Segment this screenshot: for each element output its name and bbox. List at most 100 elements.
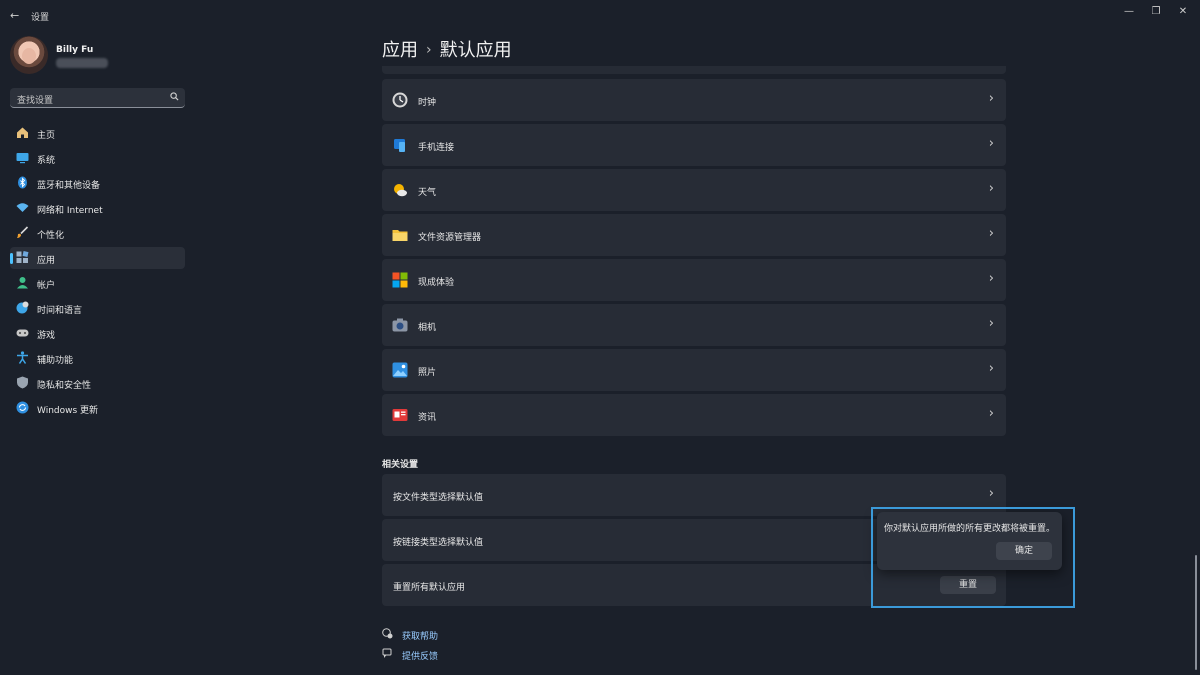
sidebar-item-network[interactable]: 网络和 Internet [10,197,185,219]
previous-card-edge [382,66,1006,74]
sidebar-item-label: 隐私和安全性 [37,381,92,391]
chevron-right-icon: › [988,226,994,241]
card-label: 按链接类型选择默认值 [393,538,484,548]
account-icon [16,276,29,289]
chevron-right-icon: › [988,361,994,376]
app-card-camera[interactable]: 相机 › [382,304,1006,346]
chevron-right-icon: › [988,271,994,286]
system-icon [16,151,29,164]
sidebar-item-label: 主页 [37,131,56,141]
app-card-label: 照片 [418,368,437,378]
time-language-icon [16,301,29,314]
sidebar-item-home[interactable]: 主页 [10,122,185,144]
clock-icon [392,92,408,108]
sidebar-item-time-language[interactable]: 时间和语言 [10,297,185,319]
breadcrumb-parent[interactable]: 应用 [382,40,418,61]
get-help-label: 获取帮助 [402,632,439,642]
wifi-icon [16,201,29,214]
chevron-right-icon: › [988,181,994,196]
app-card-label: 相机 [418,323,437,333]
app-card-label: 文件资源管理器 [418,233,482,243]
tiles-icon [392,272,408,288]
shield-icon [16,376,29,389]
sidebar-item-privacy[interactable]: 隐私和安全性 [10,372,185,394]
weather-icon [392,182,408,198]
avatar[interactable] [10,36,48,74]
scrollbar-thumb[interactable] [1195,555,1197,670]
app-card-clock[interactable]: 时钟 › [382,79,1006,121]
sidebar-item-label: 时间和语言 [37,306,83,316]
sidebar-item-system[interactable]: 系统 [10,147,185,169]
sidebar-item-label: 帐户 [37,281,56,291]
sidebar-item-label: 游戏 [37,331,56,341]
give-feedback-link[interactable]: 提供反馈 [382,648,438,662]
sidebar-item-label: 网络和 Internet [37,206,103,216]
chevron-right-icon: › [988,91,994,106]
home-icon [16,126,29,139]
app-card-photos[interactable]: 照片 › [382,349,1006,391]
highlight-box [871,507,1075,608]
title-bar: ← 设置 — ❐ ✕ [0,0,1200,30]
sidebar-item-apps[interactable]: 应用 [10,247,185,269]
window-title: 设置 [31,13,50,23]
sidebar-item-windows-update[interactable]: Windows 更新 [10,397,185,419]
search-placeholder: 查找设置 [17,96,54,106]
sidebar-item-label: 个性化 [37,231,65,241]
sidebar-item-label: 系统 [37,156,56,166]
breadcrumb-separator: › [426,42,432,58]
brush-icon [16,226,29,239]
user-email-redacted [56,58,108,68]
gamepad-icon [16,326,29,339]
update-icon [16,401,29,414]
app-card-label: 资讯 [418,413,437,423]
restore-button[interactable]: ❐ [1149,6,1163,17]
app-card-label: 时钟 [418,98,437,108]
search-input[interactable]: 查找设置 [10,88,185,108]
app-card-label: 天气 [418,188,437,198]
apps-icon [16,251,29,264]
sidebar-item-bluetooth[interactable]: 蓝牙和其他设备 [10,172,185,194]
sidebar-item-personalization[interactable]: 个性化 [10,222,185,244]
folder-icon [392,227,408,243]
sidebar-item-gaming[interactable]: 游戏 [10,322,185,344]
card-label: 按文件类型选择默认值 [393,493,484,503]
chevron-right-icon: › [988,406,994,421]
app-card-file-explorer[interactable]: 文件资源管理器 › [382,214,1006,256]
give-feedback-label: 提供反馈 [402,652,439,662]
sidebar-item-accessibility[interactable]: 辅助功能 [10,347,185,369]
app-card-news[interactable]: 资讯 › [382,394,1006,436]
page-title: 默认应用 [439,40,512,61]
accessibility-icon [16,351,29,364]
feedback-icon [382,648,396,662]
camera-icon [392,317,408,333]
chevron-right-icon: › [988,316,994,331]
get-help-link[interactable]: 获取帮助 [382,628,438,642]
app-card-weather[interactable]: 天气 › [382,169,1006,211]
related-settings-heading: 相关设置 [382,460,419,470]
sidebar-item-label: Windows 更新 [37,406,99,416]
nav-list: 主页 系统 蓝牙和其他设备 网络和 Internet 个性化 应用 帐户 时间和… [10,122,185,422]
card-label: 重置所有默认应用 [393,583,466,593]
app-card-label: 手机连接 [418,143,455,153]
app-card-ready-experience[interactable]: 现成体验 › [382,259,1006,301]
sidebar-item-accounts[interactable]: 帐户 [10,272,185,294]
sidebar-item-label: 辅助功能 [37,356,74,366]
app-card-phone-link[interactable]: 手机连接 › [382,124,1006,166]
photos-icon [392,362,408,378]
back-arrow-icon[interactable]: ← [10,9,19,22]
app-card-label: 现成体验 [418,278,455,288]
help-chat-icon [382,628,396,642]
active-indicator [10,253,13,264]
chevron-right-icon: › [988,486,994,501]
user-name: Billy Fu [56,45,94,55]
sidebar-item-label: 应用 [37,256,56,266]
minimize-button[interactable]: — [1122,6,1136,17]
phone-link-icon [392,137,408,153]
breadcrumb: 应用 › 默认应用 [382,36,512,62]
sidebar: Billy Fu 查找设置 主页 系统 蓝牙和其他设备 网络和 Internet… [0,30,195,675]
search-icon[interactable] [170,92,179,104]
close-button[interactable]: ✕ [1176,6,1190,17]
sidebar-item-label: 蓝牙和其他设备 [37,181,101,191]
bluetooth-icon [16,176,29,189]
news-icon [392,407,408,423]
